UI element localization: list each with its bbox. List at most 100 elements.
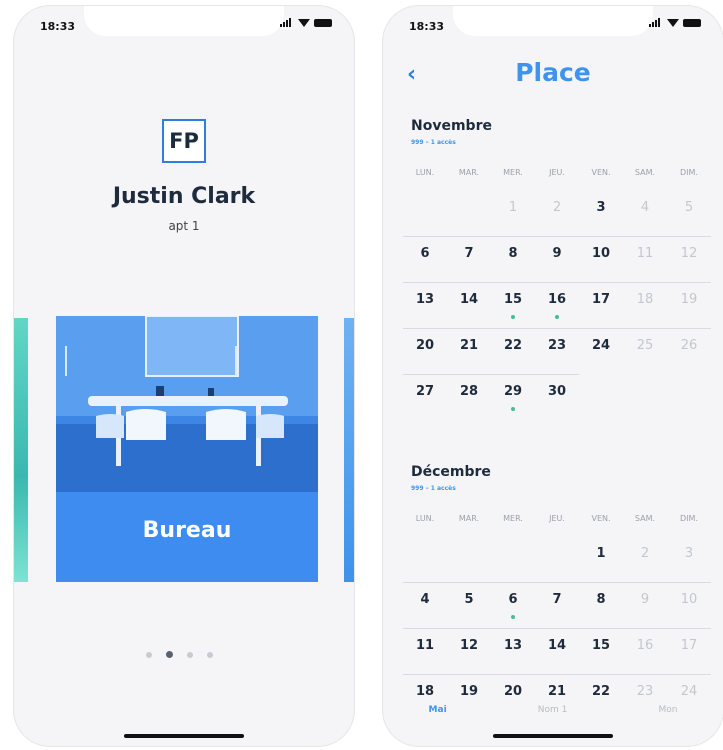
calendar-day[interactable]: 12 <box>447 638 491 653</box>
event-dot-icon <box>555 315 559 319</box>
week-row: 13 14 15 16 17 18 19 <box>403 282 711 326</box>
calendar-day[interactable]: 15 <box>579 638 623 653</box>
calendar-day[interactable]: 18 <box>623 292 667 307</box>
calendar-day[interactable]: 21 <box>535 684 579 699</box>
calendar-day[interactable]: 17 <box>667 638 711 653</box>
tab-2[interactable]: Mon <box>658 705 677 715</box>
notch <box>84 6 284 36</box>
weekday-label: VEN. <box>591 514 611 523</box>
calendar-day[interactable]: 23 <box>623 684 667 699</box>
calendar-day[interactable]: 9 <box>535 246 579 261</box>
page-dot[interactable] <box>207 651 213 658</box>
calendar-day[interactable]: 6 <box>403 246 447 261</box>
page-dot[interactable] <box>146 651 152 658</box>
weekday-label: MAR. <box>458 514 480 523</box>
calendar-day[interactable]: 4 <box>403 592 447 607</box>
user-subtitle: apt 1 <box>168 219 200 233</box>
battery-icon <box>683 18 701 27</box>
calendar-day[interactable]: 21 <box>447 338 491 353</box>
week-row: 12345 <box>403 190 711 234</box>
calendar-day[interactable]: 12 <box>667 246 711 261</box>
page-dot[interactable] <box>187 651 193 658</box>
calendar-day[interactable]: 11 <box>403 638 447 653</box>
weekday-label: MER. <box>503 168 523 177</box>
calendar-day[interactable]: 26 <box>667 338 711 353</box>
week-divider <box>403 236 711 237</box>
tab-0[interactable]: Mai <box>429 705 447 715</box>
page-indicator[interactable] <box>146 651 213 658</box>
calendar-day[interactable]: 27 <box>403 384 447 399</box>
status-icons <box>649 18 701 27</box>
weekday-label: JEU. <box>549 514 565 523</box>
status-icons <box>280 18 332 27</box>
signal-icon <box>280 18 294 27</box>
next-place-card[interactable] <box>344 318 354 582</box>
weekday-label: LUN. <box>415 168 435 177</box>
calendar-day[interactable]: 6 <box>491 592 535 607</box>
calendar-day[interactable]: 1 <box>579 546 623 561</box>
calendar-day[interactable]: 25 <box>623 338 667 353</box>
calendar-day[interactable]: 24 <box>579 338 623 353</box>
week-divider <box>403 282 711 283</box>
calendar-day[interactable]: 17 <box>579 292 623 307</box>
page-dot-active[interactable] <box>166 651 173 658</box>
screen-title: Place <box>515 58 591 87</box>
place-card-bureau[interactable]: Bureau <box>56 316 318 582</box>
week-row: 123 <box>403 536 711 580</box>
calendar-day[interactable]: 9 <box>623 592 667 607</box>
weekday-label: DIM. <box>680 168 698 177</box>
month-title: Novembre <box>411 118 492 134</box>
home-indicator[interactable] <box>124 734 244 738</box>
calendar-day[interactable]: 18 <box>403 684 447 699</box>
calendar-day[interactable]: 5 <box>447 592 491 607</box>
calendar-day[interactable]: 16 <box>535 292 579 307</box>
week-divider <box>403 582 711 583</box>
calendar-day[interactable]: 8 <box>491 246 535 261</box>
calendar-day[interactable]: 13 <box>491 638 535 653</box>
tab-1[interactable]: Nom 1 <box>538 705 568 715</box>
calendar-day[interactable]: 14 <box>535 638 579 653</box>
calendar-day[interactable]: 5 <box>667 200 711 215</box>
calendar-day[interactable]: 1 <box>491 200 535 215</box>
calendar-day[interactable]: 3 <box>667 546 711 561</box>
week-row: 6 7 8 9 10 11 12 <box>403 236 711 280</box>
calendar-day[interactable]: 30 <box>535 384 579 399</box>
weekday-label: MAR. <box>458 168 480 177</box>
week-row: 4 5 6 7 8 9 10 <box>403 582 711 626</box>
calendar-day[interactable]: 19 <box>667 292 711 307</box>
week-row: 11 12 13 14 15 16 17 <box>403 628 711 672</box>
weekday-label: MER. <box>503 514 523 523</box>
calendar-day[interactable]: 2 <box>623 546 667 561</box>
event-dot-icon <box>511 407 515 411</box>
calendar-day[interactable]: 22 <box>579 684 623 699</box>
calendar-day[interactable]: 14 <box>447 292 491 307</box>
calendar-day[interactable]: 13 <box>403 292 447 307</box>
calendar-day[interactable]: 2 <box>535 200 579 215</box>
week-divider <box>403 628 711 629</box>
home-indicator[interactable] <box>493 734 613 738</box>
app-logo: FP <box>162 119 206 163</box>
calendar-day[interactable]: 11 <box>623 246 667 261</box>
calendar-day[interactable]: 23 <box>535 338 579 353</box>
calendar-day[interactable]: 19 <box>447 684 491 699</box>
calendar-day[interactable]: 20 <box>491 684 535 699</box>
calendar-day[interactable]: 7 <box>447 246 491 261</box>
calendar-day[interactable]: 8 <box>579 592 623 607</box>
week-divider <box>403 374 579 375</box>
calendar-day[interactable]: 28 <box>447 384 491 399</box>
calendar-day[interactable]: 3 <box>579 200 623 215</box>
calendar-day[interactable]: 4 <box>623 200 667 215</box>
week-divider <box>403 328 711 329</box>
calendar-day[interactable]: 24 <box>667 684 711 699</box>
calendar-day[interactable]: 16 <box>623 638 667 653</box>
calendar-day[interactable]: 7 <box>535 592 579 607</box>
calendar-day[interactable]: 20 <box>403 338 447 353</box>
previous-place-card[interactable] <box>14 318 28 582</box>
calendar-day[interactable]: 29 <box>491 384 535 399</box>
calendar-day[interactable]: 22 <box>491 338 535 353</box>
weekday-label: SAM. <box>634 168 656 177</box>
calendar-day[interactable]: 10 <box>667 592 711 607</box>
calendar-day[interactable]: 10 <box>579 246 623 261</box>
calendar-day[interactable]: 15 <box>491 292 535 307</box>
signal-icon <box>649 18 663 27</box>
